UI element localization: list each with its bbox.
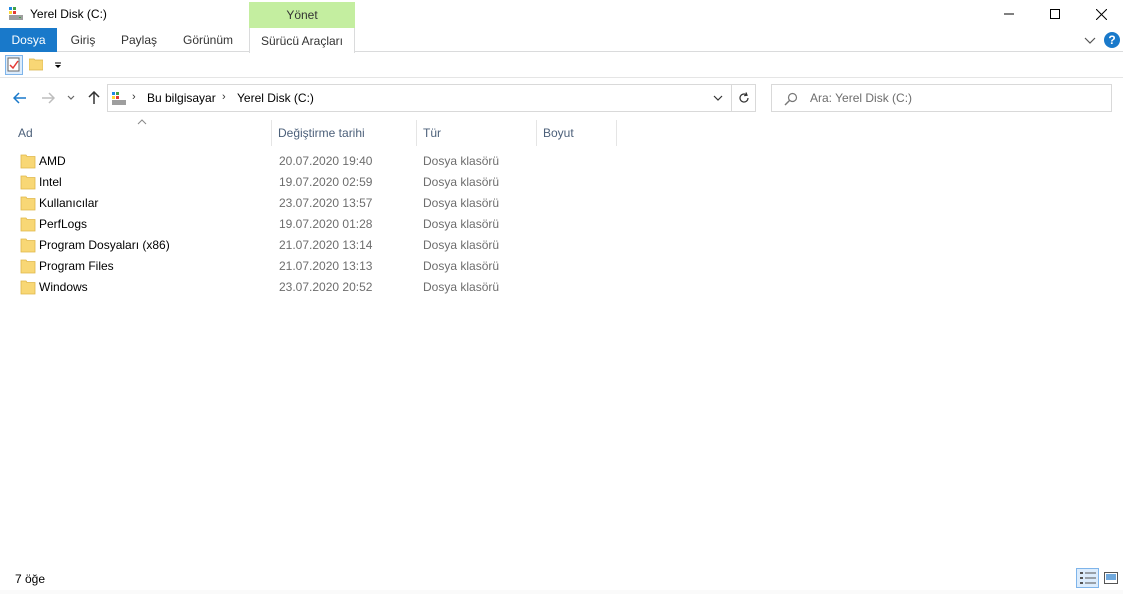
file-row[interactable]: Program Files 21.07.2020 13:13 Dosya kla…: [12, 256, 542, 277]
customize-toolbar-icon[interactable]: [53, 61, 63, 71]
large-icons-view-icon: [1104, 572, 1118, 584]
item-count: 7 öğe: [15, 572, 46, 586]
folder-icon: [20, 154, 36, 169]
back-button[interactable]: [10, 89, 30, 107]
file-name: Intel: [39, 175, 62, 189]
file-type: Dosya klasörü: [423, 259, 500, 273]
file-modified: 21.07.2020 13:13: [279, 259, 373, 273]
folder-icon: [20, 217, 36, 232]
drive-icon: [9, 7, 23, 20]
column-header-label: Değiştirme tarihi: [278, 126, 365, 140]
tab-drive-tools[interactable]: Sürücü Araçları: [249, 28, 355, 53]
breadcrumb-separator-icon[interactable]: ›: [222, 91, 226, 103]
search-box[interactable]: [771, 84, 1112, 112]
window-title: Yerel Disk (C:): [30, 7, 107, 21]
file-modified: 23.07.2020 13:57: [279, 196, 373, 210]
file-modified: 19.07.2020 01:28: [279, 217, 373, 231]
navigation-bar: › Bu bilgisayar › Yerel Disk (C:): [0, 78, 1123, 118]
forward-button[interactable]: [38, 89, 58, 107]
close-icon: [1095, 8, 1107, 20]
file-modified: 21.07.2020 13:14: [279, 238, 373, 252]
file-row[interactable]: Windows 23.07.2020 20:52 Dosya klasörü: [12, 277, 542, 298]
arrow-left-icon: [13, 92, 26, 104]
expand-ribbon-icon[interactable]: [1084, 34, 1096, 46]
new-folder-icon[interactable]: [29, 57, 43, 71]
refresh-icon: [739, 92, 749, 103]
breadcrumb-separator-icon[interactable]: ›: [132, 91, 136, 103]
file-row[interactable]: AMD 20.07.2020 19:40 Dosya klasörü: [12, 151, 542, 172]
chevron-down-icon: [67, 95, 75, 100]
close-button[interactable]: [1078, 0, 1123, 28]
file-modified: 23.07.2020 20:52: [279, 280, 373, 294]
column-header-date[interactable]: Değiştirme tarihi: [272, 120, 417, 146]
file-name: PerfLogs: [39, 217, 88, 231]
file-name: Program Files: [39, 259, 114, 273]
properties-icon: [7, 57, 20, 72]
breadcrumb-local-disk[interactable]: Yerel Disk (C:): [237, 91, 314, 105]
tab-view[interactable]: Görünüm: [169, 28, 247, 52]
arrow-right-icon: [42, 92, 55, 104]
chevron-down-icon: [713, 95, 723, 101]
minimize-button[interactable]: [986, 0, 1032, 28]
file-row[interactable]: Kullanıcılar 23.07.2020 13:57 Dosya klas…: [12, 193, 542, 214]
folder-icon: [20, 280, 36, 295]
column-header-name[interactable]: Ad: [12, 120, 272, 146]
search-input[interactable]: [810, 89, 1100, 107]
large-icons-view-button[interactable]: [1101, 568, 1121, 588]
drive-icon: [112, 92, 126, 105]
column-header-size[interactable]: Boyut: [537, 120, 617, 146]
arrow-up-icon: [88, 91, 100, 104]
maximize-icon: [1050, 9, 1060, 19]
recent-locations-button[interactable]: [64, 89, 78, 107]
column-headers: Ad Değiştirme tarihi Tür Boyut: [0, 118, 1123, 146]
file-modified: 19.07.2020 02:59: [279, 175, 373, 189]
details-view-icon: [1079, 572, 1096, 584]
file-row[interactable]: Intel 19.07.2020 02:59 Dosya klasörü: [12, 172, 542, 193]
file-name: Kullanıcılar: [39, 196, 99, 210]
column-header-label: Boyut: [543, 126, 574, 140]
file-type: Dosya klasörü: [423, 154, 500, 168]
file-type: Dosya klasörü: [423, 175, 500, 189]
quick-access-toolbar: [0, 53, 1123, 78]
file-type: Dosya klasörü: [423, 280, 500, 294]
address-bar[interactable]: › Bu bilgisayar › Yerel Disk (C:): [107, 84, 756, 112]
tab-share[interactable]: Paylaş: [109, 28, 169, 52]
tab-file[interactable]: Dosya: [0, 28, 57, 52]
column-header-label: Tür: [423, 126, 441, 140]
column-header-label: Ad: [18, 126, 33, 140]
folder-icon: [20, 238, 36, 253]
folder-icon: [20, 175, 36, 190]
breadcrumb-this-pc[interactable]: Bu bilgisayar: [147, 91, 216, 105]
maximize-button[interactable]: [1032, 0, 1078, 28]
tab-home[interactable]: Giriş: [57, 28, 109, 52]
refresh-button[interactable]: [731, 85, 756, 111]
minimize-icon: [1004, 13, 1014, 15]
file-type: Dosya klasörü: [423, 217, 500, 231]
file-name: Windows: [39, 280, 88, 294]
contextual-tab-header: Yönet: [249, 2, 355, 28]
file-name: AMD: [39, 154, 66, 168]
status-bar: 7 öğe: [0, 566, 1123, 590]
help-button[interactable]: ?: [1104, 32, 1120, 48]
window-bottom-edge: [0, 590, 1123, 594]
title-bar: Yerel Disk (C:) Yönet: [0, 0, 1123, 28]
folder-icon: [20, 196, 36, 211]
properties-button[interactable]: [5, 55, 23, 75]
details-view-button[interactable]: [1076, 568, 1099, 588]
folder-icon: [20, 259, 36, 274]
file-name: Program Dosyaları (x86): [39, 238, 170, 252]
file-row[interactable]: Program Dosyaları (x86) 21.07.2020 13:14…: [12, 235, 542, 256]
column-header-type[interactable]: Tür: [417, 120, 537, 146]
search-icon: [784, 92, 798, 106]
file-type: Dosya klasörü: [423, 196, 500, 210]
file-row[interactable]: PerfLogs 19.07.2020 01:28 Dosya klasörü: [12, 214, 542, 235]
file-type: Dosya klasörü: [423, 238, 500, 252]
file-modified: 20.07.2020 19:40: [279, 154, 373, 168]
address-history-button[interactable]: [706, 85, 730, 111]
up-button[interactable]: [84, 89, 104, 107]
ribbon-tabs: Dosya Giriş Paylaş Görünüm Sürücü Araçla…: [0, 28, 1123, 53]
